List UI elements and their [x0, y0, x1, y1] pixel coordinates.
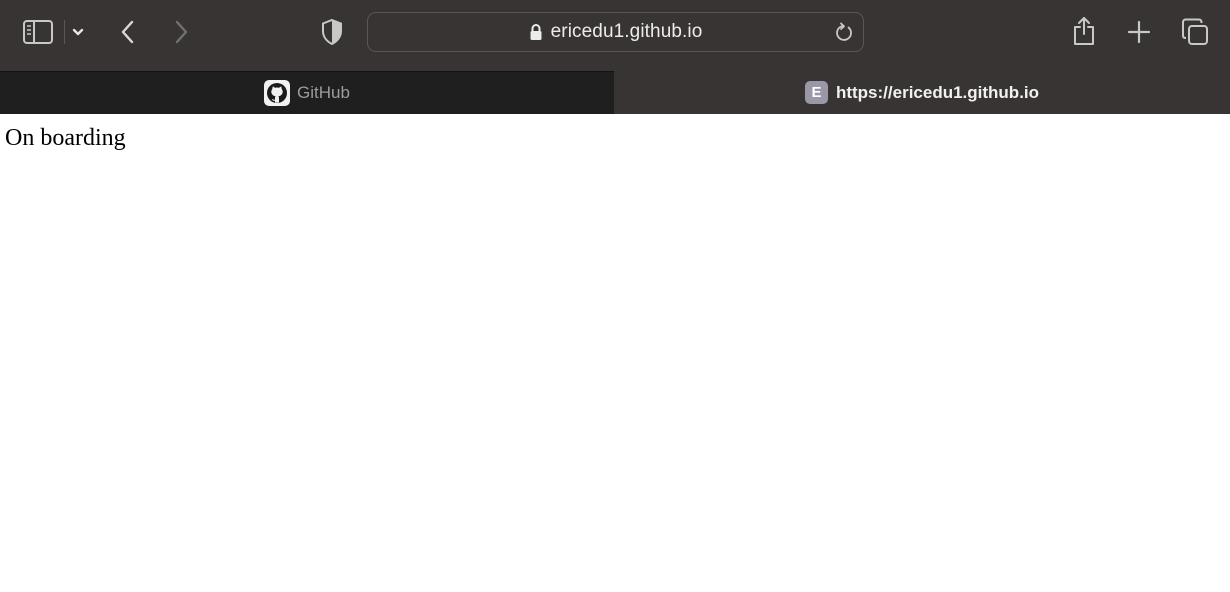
new-tab-button[interactable] [1124, 16, 1154, 48]
back-icon [119, 18, 137, 46]
tab-github-label: GitHub [297, 83, 350, 102]
tab-bar: GitHub E https://ericedu1.github.io [0, 71, 1230, 114]
share-button[interactable] [1067, 13, 1101, 49]
reload-icon [833, 22, 855, 44]
privacy-report-button[interactable] [316, 15, 348, 49]
github-icon [264, 80, 291, 106]
page-text: On boarding [5, 125, 126, 151]
address-url: ericedu1.github.io [550, 21, 703, 42]
tab-github[interactable]: GitHub [0, 71, 614, 114]
sidebar-icon [22, 19, 54, 45]
lock-icon [529, 23, 543, 41]
back-button[interactable] [113, 16, 143, 48]
plus-icon [1127, 20, 1151, 44]
site-favicon-icon: E [804, 81, 828, 104]
tabs-overview-icon [1180, 17, 1210, 47]
share-icon [1070, 15, 1098, 47]
forward-icon [172, 18, 190, 46]
chevron-down-icon [71, 27, 85, 37]
sidebar-button[interactable] [21, 17, 55, 47]
tab-ericedu1[interactable]: E https://ericedu1.github.io [614, 71, 1230, 114]
forward-button[interactable] [166, 16, 196, 48]
shield-icon [320, 18, 344, 46]
browser-toolbar: ericedu1.github.io [0, 0, 1230, 71]
page-content: On boarding [0, 114, 1230, 592]
tab-overview-button[interactable] [1178, 15, 1212, 49]
address-bar[interactable]: ericedu1.github.io [367, 12, 864, 52]
toolbar-divider [64, 20, 65, 44]
reload-button[interactable] [831, 20, 857, 46]
tab-ericedu1-label: https://ericedu1.github.io [835, 82, 1040, 102]
sidebar-menu-button[interactable] [68, 20, 88, 44]
address-content: ericedu1.github.io [368, 13, 863, 51]
